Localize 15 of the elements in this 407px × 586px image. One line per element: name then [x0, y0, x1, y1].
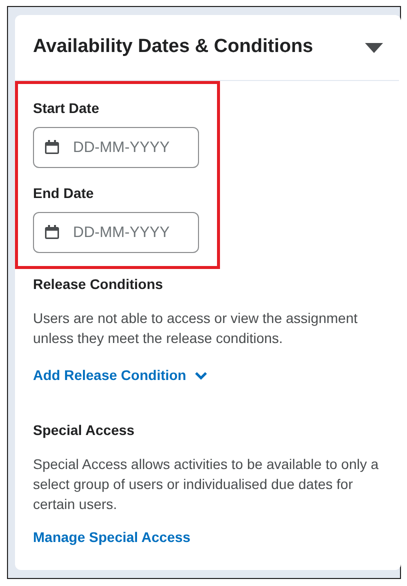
section-description: Special Access allows activities to be available to only a select group of users or individualised due dates for certain users.: [33, 455, 380, 514]
section-heading: Release Conditions: [33, 275, 164, 294]
manage-special-access-link[interactable]: Manage Special Access: [33, 527, 190, 548]
calendar-icon: [45, 225, 59, 239]
date-field[interactable]: DD-MM-YYYY: [33, 212, 199, 253]
chevron-down-icon: [194, 371, 208, 380]
field-label: End Date: [33, 185, 95, 202]
section-description: Users are not able to access or view the assignment unless they meet the release conditions.: [33, 309, 358, 348]
panel-title: Availability Dates & Conditions: [33, 35, 314, 60]
add-release-condition-link[interactable]: Add Release Condition: [33, 365, 208, 386]
section-heading: Special Access: [33, 421, 136, 440]
date-field[interactable]: DD-MM-YYYY: [33, 127, 199, 168]
calendar-icon: [45, 140, 59, 154]
field-label: Start Date: [33, 100, 100, 117]
collapse-caret-icon[interactable]: [365, 42, 383, 52]
